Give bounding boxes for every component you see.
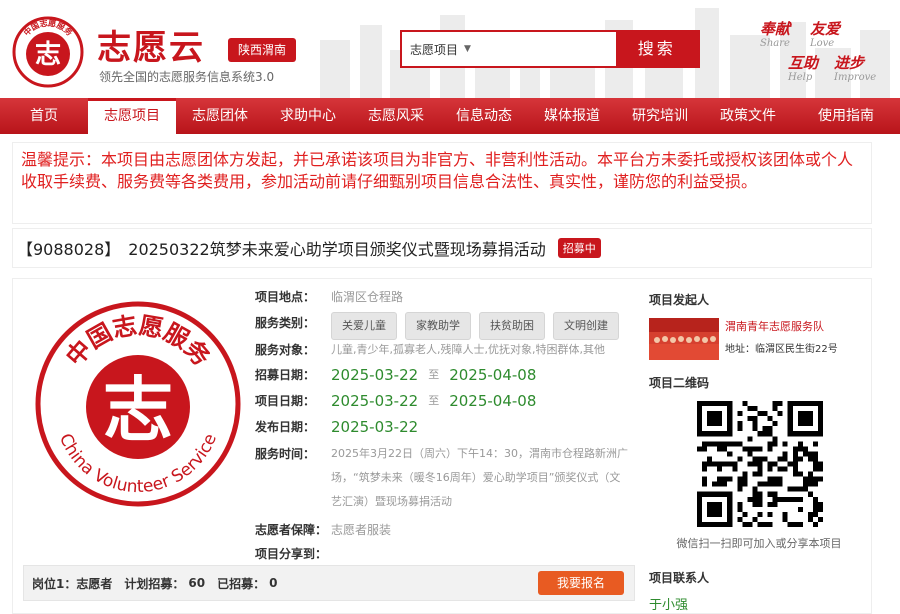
sign-up-button[interactable]: 我要报名 [538,571,624,595]
recruit-end-date: 2025-04-08 [449,366,537,384]
search-type-value: 志愿项目 [410,42,459,57]
motto-cn: 奉献 [760,20,791,38]
region-switch-button[interactable]: 陕西渭南 [228,38,296,62]
motto-help: 互助 Help [788,52,818,83]
info-label: 发布日期： [255,420,316,434]
chevron-down-icon: ▼ [464,44,471,54]
initiator-info: 渭南青年志愿服务队 地址：临渭区民生街22号 [725,318,838,360]
date-separator: 至 [428,394,440,407]
search-box: 志愿项目 ▼ 搜索 [400,30,700,68]
motto-cn: 互助 [788,54,819,72]
nav-item-groups[interactable]: 志愿团体 [176,98,264,134]
warning-notice: 温馨提示：本项目由志愿团体方发起，并已承诺该项目为非官方、非营利性活动。本平台方… [12,142,872,224]
contact-name[interactable]: 于小强 [649,594,869,613]
info-row-share: 项目分享到： [255,542,635,566]
qr-code-icon [697,401,823,527]
info-label: 服务类别： [255,316,316,330]
plan-label: 计划招募： [124,576,185,591]
initiator-card[interactable]: 渭南青年志愿服务队 地址：临渭区民生街22号 [649,318,869,360]
nav-item-media[interactable]: 媒体报道 [528,98,616,134]
motto-love: 友爱 Love [810,18,840,49]
recruited-count: 0 [269,576,278,590]
initiator-name[interactable]: 渭南青年志愿服务队 [725,318,838,334]
nav-item-policy[interactable]: 政策文件 [704,98,792,134]
info-label: 项目日期： [255,394,316,408]
project-id: 【9088028】 [17,240,121,259]
info-row-recruit-date: 招募日期： 2025-03-22 至 2025-04-08 [255,362,635,388]
target-value: 儿童,青少年,孤寡老人,残障人士,优抚对象,特困群体,其他 [331,343,605,356]
project-info: 项目地点： 临渭区仓程路 服务类别： 关爱儿童 家教助学 扶贫助困 文明创建 服务对象… [255,287,635,566]
location-value: 临渭区仓程路 [331,290,404,304]
date-separator: 至 [428,368,440,381]
main-nav: 首页 志愿项目 志愿团体 求助中心 志愿风采 信息动态 媒体报道 研究培训 政策… [0,98,900,134]
category-tag[interactable]: 关爱儿童 [331,312,397,340]
service-time-value: 2025年3月22日（周六）下午14：30，渭南市仓程路新洲广场，“筑梦未来（暖… [331,447,628,508]
status-badge: 招募中 [557,238,601,258]
nav-item-showcase[interactable]: 志愿风采 [352,98,440,134]
info-label: 服务对象： [255,343,316,357]
initiator-address: 地址：临渭区民生街22号 [725,344,838,355]
info-label: 项目分享到： [255,547,328,561]
search-button[interactable]: 搜索 [615,32,698,66]
site-slogan: 领先全国的志愿服务信息系统3.0 [99,70,275,84]
svg-text:志: 志 [103,368,173,451]
contact-heading: 项目联系人 [649,571,710,585]
plan-count: 60 [188,576,206,590]
category-tag[interactable]: 扶贫助困 [479,312,545,340]
position-row: 岗位1：志愿者 计划招募： 60 已招募： 0 我要报名 [23,565,635,601]
initiator-heading: 项目发起人 [649,293,710,307]
site-logo-title[interactable]: 志愿云 [97,20,205,69]
nav-item-research[interactable]: 研究培训 [616,98,704,134]
search-type-select[interactable]: 志愿项目 ▼ [402,32,616,66]
logo-emblem-icon[interactable]: 志 中国志愿服务 [12,16,84,88]
info-row-insurance: 志愿者保障： 志愿者服装 [255,518,635,542]
motto-en: Love [810,38,835,49]
nav-item-projects[interactable]: 志愿项目 [88,98,176,134]
sidebar: 项目发起人 渭南青年志愿服务队 地址：临渭区民生街22号 项目二维码 微信扫一扫… [649,291,869,613]
nav-item-home[interactable]: 首页 [0,98,88,134]
recruit-start-date: 2025-03-22 [331,366,419,384]
publish-date: 2025-03-22 [331,418,419,436]
insurance-value: 志愿者服装 [331,523,392,537]
site-header: 志 中国志愿服务 志愿云 陕西渭南 领先全国的志愿服务信息系统3.0 志愿项目 … [0,0,900,98]
motto-share: 奉献 Share [760,18,790,49]
initiator-photo-icon [649,318,719,360]
motto-en: Improve [834,72,877,83]
motto-improve: 进步 Improve [834,52,876,83]
info-row-category: 服务类别： 关爱儿童 家教助学 扶贫助困 文明创建 [255,312,635,340]
info-row-publish-date: 发布日期： 2025-03-22 [255,414,635,440]
position-label: 岗位1：志愿者 [32,576,113,591]
qr-caption: 微信扫一扫即可加入或分享本项目 [676,537,842,550]
nav-item-help-center[interactable]: 求助中心 [264,98,352,134]
category-tag[interactable]: 文明创建 [553,312,619,340]
recruited-label: 已招募： [217,576,266,591]
qr-heading: 项目二维码 [649,376,710,390]
motto-cn: 进步 [834,54,865,72]
info-label: 志愿者保障： [255,523,328,537]
category-tag[interactable]: 家教助学 [405,312,471,340]
info-row-target: 服务对象： 儿童,青少年,孤寡老人,残障人士,优抚对象,特困群体,其他 [255,338,635,362]
info-label: 项目地点： [255,290,316,304]
info-row-service-time: 服务时间： 2025年3月22日（周六）下午14：30，渭南市仓程路新洲广场，“… [255,442,635,518]
info-label: 招募日期： [255,368,316,382]
motto-en: Help [788,72,813,83]
motto-en: Share [760,38,790,49]
china-volunteer-service-logo-icon: 志 中国志愿服务 China Volunteer Service [35,301,241,507]
motto-cn: 友爱 [810,20,841,38]
info-label: 服务时间： [255,447,316,461]
project-end-date: 2025-04-08 [449,392,537,410]
project-start-date: 2025-03-22 [331,392,419,410]
project-title: 20250322筑梦未来爱心助学项目颁奖仪式暨现场募捐活动 [128,240,546,259]
nav-item-news[interactable]: 信息动态 [440,98,528,134]
info-row-location: 项目地点： 临渭区仓程路 [255,287,635,312]
project-title-bar: 【9088028】 20250322筑梦未来爱心助学项目颁奖仪式暨现场募捐活动 … [12,228,872,268]
project-detail-panel: 志 中国志愿服务 China Volunteer Service 项目地点： 临… [12,278,872,614]
svg-text:志: 志 [35,40,61,70]
nav-item-guide[interactable]: 使用指南 [792,98,900,134]
info-row-project-date: 项目日期： 2025-03-22 至 2025-04-08 [255,388,635,414]
